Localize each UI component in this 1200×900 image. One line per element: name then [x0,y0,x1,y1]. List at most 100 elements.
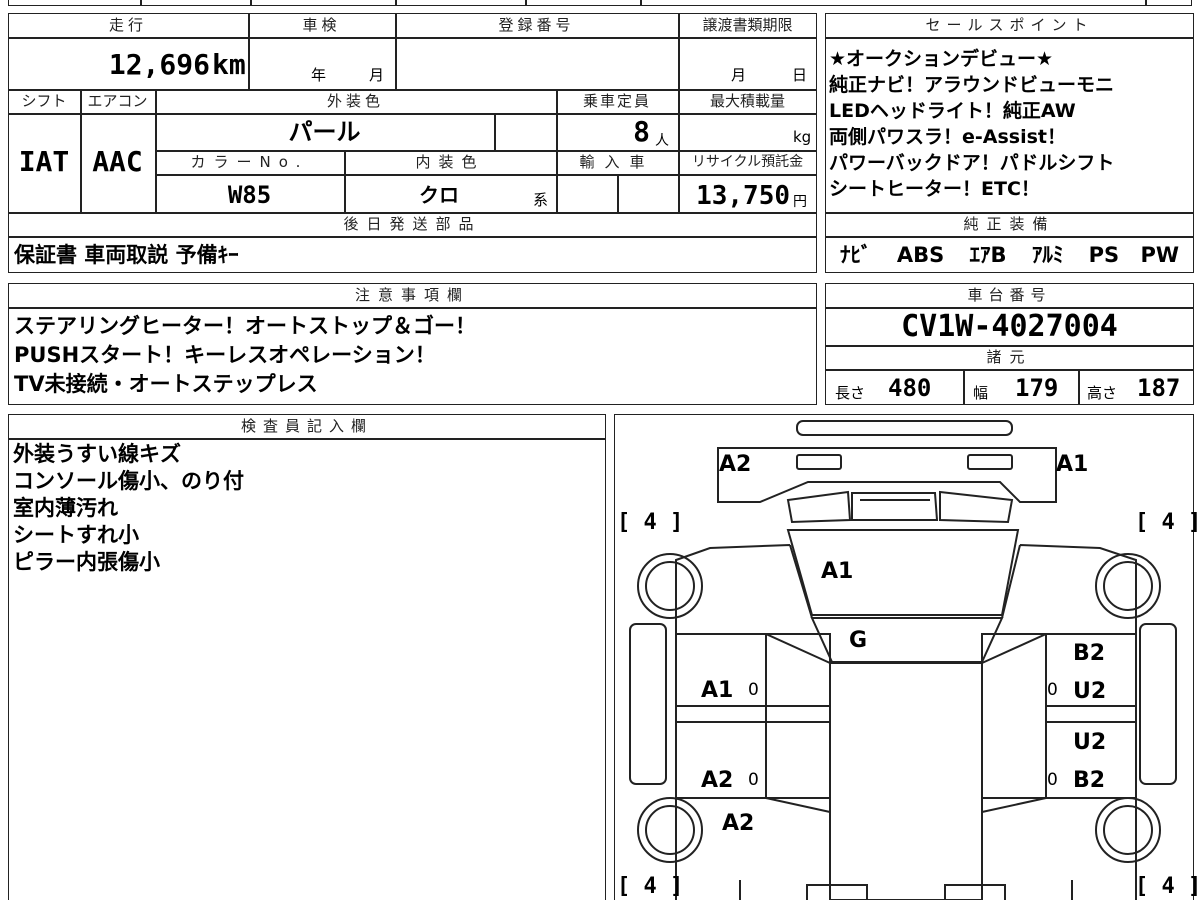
shift-label: シフト [21,92,67,110]
equipment-item: ﾅﾋﾞ [840,243,872,267]
mark-front-left: A2 [719,452,752,477]
front-bumper [796,420,1013,436]
right-step [1139,623,1177,785]
sales-point-line: シートヒーター！ETC！ [829,178,1040,200]
mark-right-rear-1: U2 [1073,730,1107,755]
inspector-label: 検査員記入欄 [240,417,373,435]
note-line: TV未接続・オートステップレス [14,372,318,396]
interior-color-label: 内装色 [415,153,485,171]
spec-height-label: 高さ [1087,384,1118,402]
inspection-year-label: 年 [311,66,327,84]
later-items-value: 保証書 車両取説 予備ｷｰ [14,243,239,267]
mark-zero: 0 [1047,770,1058,790]
sales-points-list: ★オークションデビュー★ 純正ナビ！アラウンドビューモニ LEDヘッドライト！純… [829,46,1191,202]
mileage-value: 12,696 [108,48,210,81]
mark-left-rear: A2 [722,811,755,836]
inspector-line: 室内薄汚れ [13,496,118,520]
chassis-label: 車台番号 [967,286,1052,304]
inspector-line: 外装うすい線キズ [13,442,181,466]
mark-hood: A1 [821,559,854,584]
sales-point-line: ★オークションデビュー★ [829,48,1054,70]
tire-rear-right [1095,797,1161,863]
left-headlight [796,454,842,470]
tire-mark-front-right: [ 4 ] [1135,510,1200,535]
recycle-fee-unit: 円 [793,194,807,210]
interior-color-suffix: 系 [533,191,549,209]
transfer-day-label: 日 [792,66,808,84]
right-headlight [967,454,1013,470]
sales-points-label: セールスポイント [925,16,1094,34]
tire-front-right [1095,553,1161,619]
spec-length-value: 480 [888,374,932,402]
mark-right-front-2: U2 [1073,679,1107,704]
tire-mark-front-left: [ 4 ] [617,510,684,535]
windshield [810,617,1004,663]
equipment-item: ｱﾙﾐ [1031,243,1064,267]
mark-left-front-door: A1 [701,678,734,703]
max-load-label: 最大積載量 [709,92,785,110]
notes-label: 注意事項欄 [354,286,470,304]
interior-color-value: クロ [419,183,459,207]
spec-width-value: 179 [1015,374,1059,402]
inspector-line: ピラー内張傷小 [13,550,160,574]
transfer-month-label: 月 [731,66,747,84]
exterior-color-value: パール [288,118,361,146]
spec-width-label: 幅 [973,384,989,402]
equipment-item: PS [1088,243,1120,267]
mark-left-rear-door: A2 [701,768,734,793]
mark-right-front-1: B2 [1073,641,1106,666]
later-items-label: 後日発送部品 [343,215,482,233]
sales-point-line: 両側パワスラ！e-Assist！ [829,126,1066,148]
capacity-value: 8 [633,115,650,148]
spec-height-value: 187 [1137,374,1181,402]
transfer-deadline-label: 譲渡書類期限 [702,16,793,34]
color-no-value: W85 [227,181,272,209]
mark-front-right: A1 [1056,452,1089,477]
inspector-line: シートすれ小 [13,523,139,547]
capacity-unit: 人 [655,133,669,149]
car-diagram [629,420,1177,900]
shift-value: IAT [18,145,70,178]
inspection-label: 車検 [302,16,341,34]
note-line: ステアリングヒーター！オートストップ＆ゴー！ [14,314,476,338]
rear-bumper [806,884,868,900]
aircon-value: AAC [92,145,143,178]
roof [829,662,983,900]
chassis-value: CV1W-4027004 [901,309,1118,344]
note-line: PUSHスタート！キーレスオペレーション！ [14,343,436,367]
tire-mark-rear-left: [ 4 ] [617,874,684,899]
equipment-item: PW [1140,243,1180,267]
color-no-label: カラーNo. [190,153,309,171]
inspector-notes-list: 外装うすい線キズ コンソール傷小、のり付 室内薄汚れ シートすれ小 ピラー内張傷… [13,441,244,576]
exterior-color-label: 外装色 [326,92,384,110]
notes-list: ステアリングヒーター！オートストップ＆ゴー！ PUSHスタート！キーレスオペレー… [14,312,476,399]
mark-windshield: G [849,628,868,653]
spec-length-label: 長さ [835,384,866,402]
sales-point-line: 純正ナビ！アラウンドビューモニ [829,74,1115,96]
mark-zero: 0 [1047,680,1058,700]
recycle-fee-label: リサイクル預託金 [691,154,804,170]
mileage-label: 走行 [108,16,147,34]
aircon-label: エアコン [87,92,148,110]
top-strip [8,0,1192,6]
mileage-unit: km [212,48,246,81]
registration-label: 登録番号 [498,16,575,34]
mark-right-rear-2: B2 [1073,768,1106,793]
max-load-unit: kg [793,128,812,146]
tire-front-left [637,553,703,619]
sales-point-line: LEDヘッドライト！純正AW [829,100,1076,122]
sales-point-line: パワーバックドア！パドルシフト [829,152,1115,174]
equipment-item: ｴｱB [969,243,1007,267]
tire-rear-left [637,797,703,863]
tire-mark-rear-right: [ 4 ] [1135,874,1200,899]
equipment-item: ABS [896,243,945,267]
recycle-fee-value: 13,750 [696,181,790,211]
left-step [629,623,667,785]
capacity-label: 乗車定員 [582,92,651,110]
specs-label: 諸元 [986,348,1033,366]
genuine-equipment-label: 純正装備 [963,215,1056,233]
import-car-label: 輸入車 [579,153,655,171]
inspector-line: コンソール傷小、のり付 [13,469,244,493]
mark-zero: 0 [748,770,759,790]
mark-zero: 0 [748,680,759,700]
